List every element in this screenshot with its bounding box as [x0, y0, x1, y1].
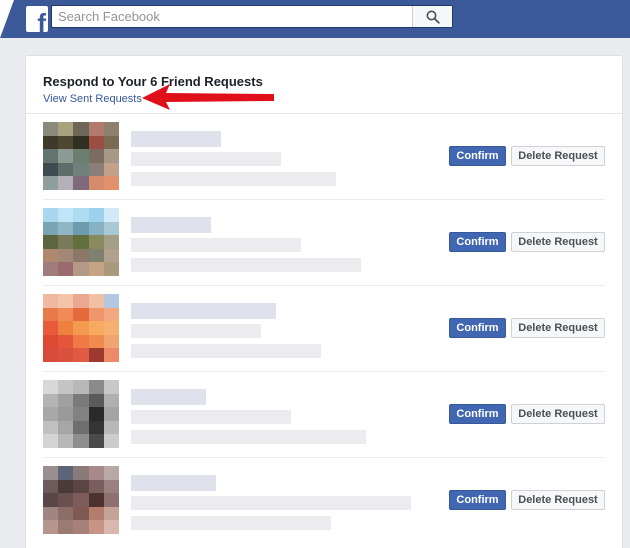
blurred-name	[131, 131, 221, 147]
friend-request-row: Confirm Delete Request	[43, 458, 605, 544]
blurred-details	[131, 516, 331, 530]
search-button[interactable]	[412, 6, 452, 27]
avatar[interactable]	[43, 380, 119, 448]
friend-request-row: Confirm Delete Request	[43, 372, 605, 458]
blurred-name	[131, 389, 206, 405]
search-box	[51, 5, 453, 28]
avatar[interactable]	[43, 122, 119, 190]
blurred-details	[131, 172, 336, 186]
blurred-details	[131, 410, 291, 424]
avatar[interactable]	[43, 466, 119, 534]
friend-request-row: Confirm Delete Request	[43, 200, 605, 286]
corner-decoration	[0, 0, 14, 38]
confirm-button[interactable]: Confirm	[449, 404, 506, 424]
delete-request-button[interactable]: Delete Request	[511, 232, 605, 252]
delete-request-button[interactable]: Delete Request	[511, 404, 605, 424]
friend-request-row: Confirm Delete Request	[43, 114, 605, 200]
delete-request-button[interactable]: Delete Request	[511, 490, 605, 510]
top-bar: f	[0, 0, 630, 38]
confirm-button[interactable]: Confirm	[449, 146, 506, 166]
blurred-name	[131, 475, 216, 491]
friend-requests-panel: Respond to Your 6 Friend Requests View S…	[25, 55, 623, 548]
avatar[interactable]	[43, 294, 119, 362]
search-input[interactable]	[52, 6, 412, 27]
confirm-button[interactable]: Confirm	[449, 232, 506, 252]
friend-request-row: Confirm Delete Request	[43, 286, 605, 372]
blurred-name	[131, 303, 276, 319]
confirm-button[interactable]: Confirm	[449, 490, 506, 510]
blurred-details	[131, 430, 366, 444]
blurred-details	[131, 238, 301, 252]
facebook-logo-icon[interactable]: f	[26, 6, 48, 32]
blurred-details	[131, 496, 411, 510]
delete-request-button[interactable]: Delete Request	[511, 146, 605, 166]
blurred-name	[131, 217, 211, 233]
search-icon	[426, 10, 440, 24]
delete-request-button[interactable]: Delete Request	[511, 318, 605, 338]
avatar[interactable]	[43, 208, 119, 276]
confirm-button[interactable]: Confirm	[449, 318, 506, 338]
view-sent-requests-link[interactable]: View Sent Requests	[43, 93, 142, 105]
blurred-details	[131, 344, 321, 358]
blurred-details	[131, 258, 361, 272]
annotation-arrow-icon	[142, 84, 274, 110]
blurred-details	[131, 152, 281, 166]
blurred-details	[131, 324, 261, 338]
